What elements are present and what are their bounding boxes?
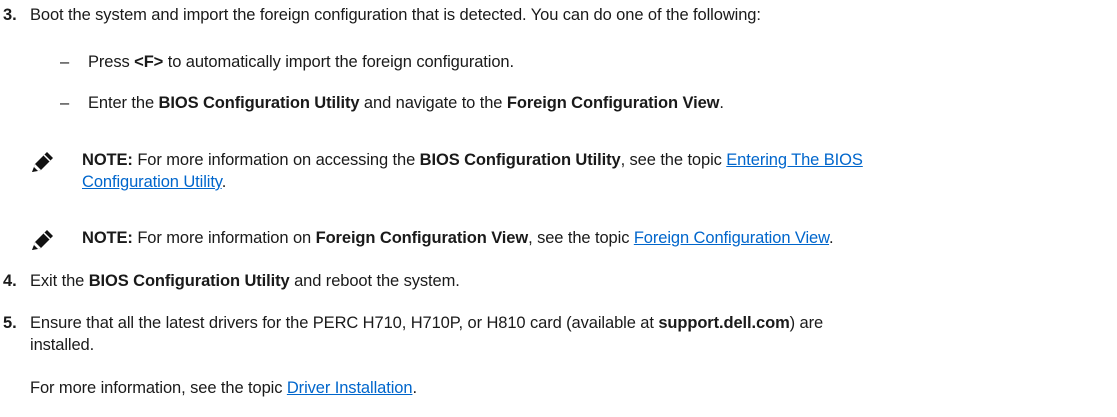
more-info-text: For more information, see the topic Driv… — [30, 379, 417, 397]
note-label: NOTE: — [82, 229, 133, 247]
note-text: NOTE: For more information on Foreign Co… — [82, 229, 834, 247]
step-text: Exit the BIOS Configuration Utility and … — [30, 272, 460, 290]
step-number: 4. — [3, 272, 17, 290]
document-page: 3. Boot the system and import the foreig… — [0, 0, 1117, 417]
note-label: NOTE: — [82, 151, 133, 169]
foreign-configuration-view-link[interactable]: Foreign Configuration View — [634, 229, 829, 247]
dash-bullet: – — [60, 94, 70, 112]
step-number: 3. — [3, 6, 17, 24]
bullet-text: Enter the BIOS Configuration Utility and… — [88, 94, 724, 112]
support-site: support.dell.com — [658, 314, 790, 332]
pencil-note-icon — [32, 230, 53, 250]
key-name: <F> — [134, 53, 164, 71]
step-text: Ensure that all the latest drivers for t… — [30, 314, 824, 354]
step-text: Boot the system and import the foreign c… — [30, 6, 761, 24]
note-text: NOTE: For more information on accessing … — [82, 151, 863, 191]
driver-installation-link[interactable]: Driver Installation — [287, 379, 413, 397]
dash-bullet: – — [60, 53, 70, 71]
step-number: 5. — [3, 314, 17, 332]
bullet-text: Press <F> to automatically import the fo… — [88, 53, 514, 71]
pencil-note-icon — [32, 152, 53, 172]
